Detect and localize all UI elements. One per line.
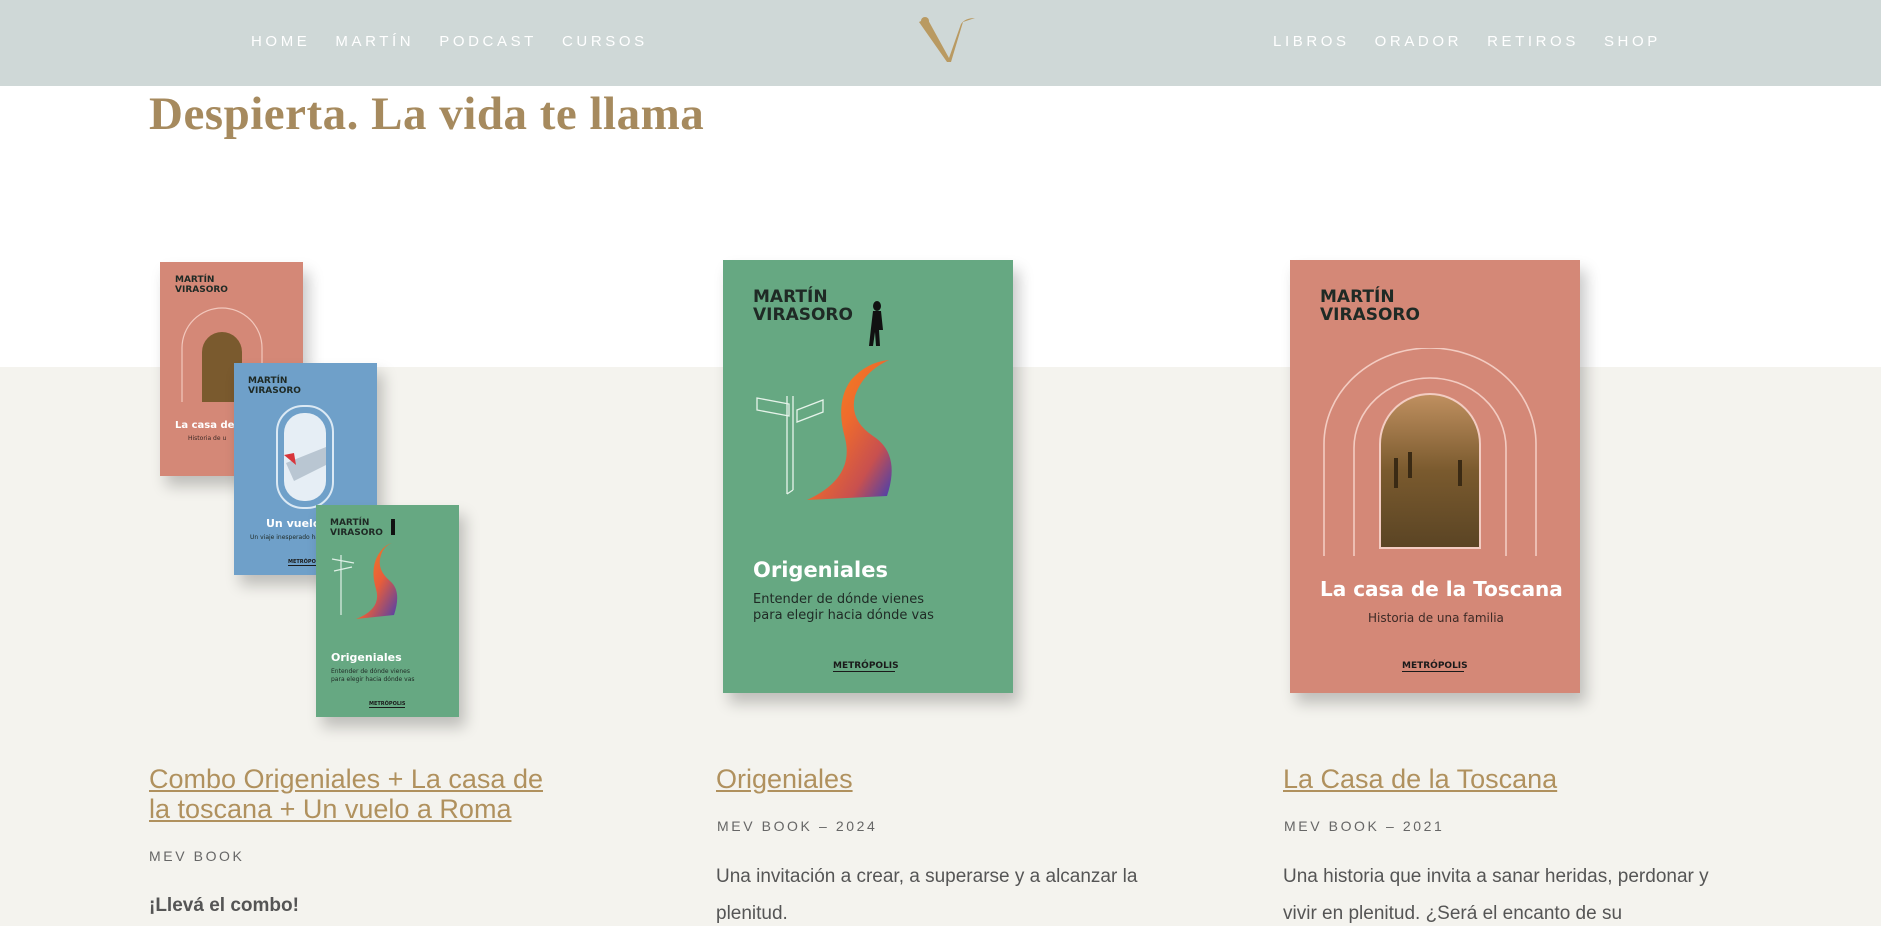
nav-orador[interactable]: ORADOR	[1375, 33, 1462, 51]
nav-home[interactable]: HOME	[251, 33, 310, 51]
cover-title: Origeniales	[331, 651, 402, 664]
product-title-line: Combo Origeniales + La casa de	[149, 764, 543, 794]
origeniales-cover-image[interactable]: MARTÍN VIRASORO Origeniales Entender de …	[723, 260, 1013, 693]
combo-cover-origeniales: MARTÍN VIRASORO Origeniales Entender de …	[316, 505, 459, 717]
cover-subtitle: Entender de dónde vienes	[331, 668, 410, 675]
airplane-window-icon	[276, 405, 334, 509]
product-title-origeniales[interactable]: Origeniales	[716, 764, 853, 794]
road-signpost-icon	[331, 519, 398, 619]
cover-subtitle: para elegir hacia dónde vas	[753, 608, 934, 623]
product-desc-line: plenitud.	[716, 903, 788, 924]
product-desc-line: vivir en plenitud. ¿Será el encanto de s…	[1283, 903, 1623, 924]
cover-author: MARTÍN	[1320, 287, 1395, 307]
road-signpost-icon	[756, 301, 892, 500]
cover-author: VIRASORO	[248, 385, 301, 396]
publisher-logo: METRÓPOLIS	[833, 661, 899, 672]
product-desc-toscana: Una historia que invita a sanar heridas,…	[1283, 858, 1709, 926]
cover-author: VIRASORO	[1320, 305, 1420, 326]
product-desc-line: Una invitación a crear, a superarse y a …	[716, 866, 1138, 887]
product-desc-line: Una historia que invita a sanar heridas,…	[1283, 866, 1709, 887]
product-cta-combo: ¡Llevá el combo!	[149, 895, 299, 916]
product-meta-origeniales: MEV BOOK – 2024	[717, 818, 878, 834]
product-title-combo[interactable]: Combo Origeniales + La casa de la toscan…	[149, 764, 543, 824]
product-meta-combo: MEV BOOK	[149, 848, 245, 864]
cover-title: Origeniales	[753, 558, 888, 582]
product-title-line: la toscana + Un vuelo a Roma	[149, 794, 512, 824]
publisher-logo: METRÓPOLIS	[1402, 661, 1468, 672]
cover-title: La casa de l	[175, 420, 242, 431]
nav-retiros[interactable]: RETIROS	[1487, 33, 1579, 51]
main-nav-left: HOME MARTÍN PODCAST CURSOS	[251, 33, 648, 51]
site-header: HOME MARTÍN PODCAST CURSOS LIBROS ORADOR…	[0, 0, 1881, 86]
cover-title: La casa de la Toscana	[1320, 577, 1563, 601]
toscana-cover-image[interactable]: MARTÍN VIRASORO La casa de la Toscana Hi…	[1290, 260, 1580, 693]
cover-subtitle: Un viaje inesperado ha	[250, 534, 320, 541]
site-logo[interactable]	[917, 14, 983, 66]
arch-window-icon	[1323, 348, 1537, 556]
product-meta-toscana: MEV BOOK – 2021	[1284, 818, 1445, 834]
nav-shop[interactable]: SHOP	[1604, 33, 1661, 51]
cover-subtitle: para elegir hacia dónde vas	[331, 676, 415, 683]
nav-libros[interactable]: LIBROS	[1273, 33, 1350, 51]
cover-author: VIRASORO	[175, 284, 228, 295]
nav-cursos[interactable]: CURSOS	[562, 33, 648, 51]
nav-martin[interactable]: MARTÍN	[335, 33, 414, 51]
cover-subtitle: Historia de una familia	[1368, 611, 1504, 625]
cover-subtitle: Historia de u	[188, 435, 227, 442]
main-nav-right: LIBROS ORADOR RETIROS SHOP	[1273, 33, 1661, 51]
cover-subtitle: Entender de dónde vienes	[753, 592, 925, 607]
nav-podcast[interactable]: PODCAST	[439, 33, 537, 51]
product-desc-origeniales: Una invitación a crear, a superarse y a …	[716, 858, 1137, 926]
page-title: Despierta. La vida te llama	[149, 88, 705, 140]
product-title-toscana[interactable]: La Casa de la Toscana	[1283, 764, 1557, 794]
publisher-logo: METRÓPOLIS	[369, 701, 406, 708]
